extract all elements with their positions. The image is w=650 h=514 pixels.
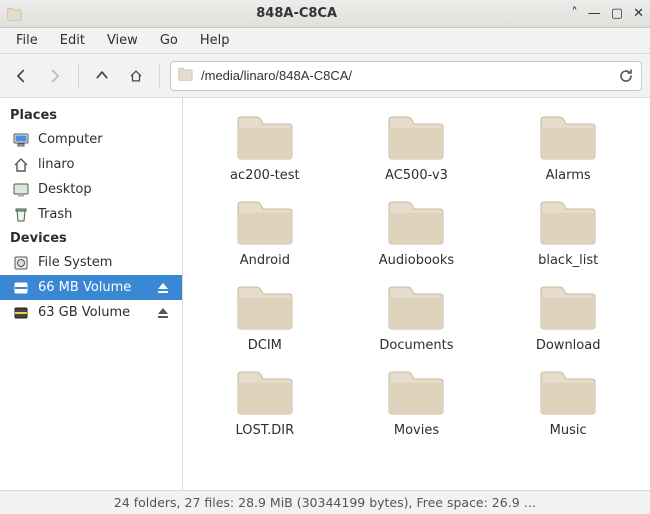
minimize-button[interactable]: —	[588, 6, 601, 21]
folder-icon	[538, 367, 598, 417]
folder-item[interactable]: DCIM	[195, 282, 335, 353]
eject-icon[interactable]	[156, 306, 170, 320]
sidebar-item-label: File System	[38, 255, 112, 270]
folder-label: Download	[498, 338, 638, 353]
folder-label: Alarms	[498, 168, 638, 183]
folder-item[interactable]: Alarms	[498, 112, 638, 183]
menu-help[interactable]: Help	[190, 30, 240, 51]
folder-label: ac200-test	[195, 168, 335, 183]
folder-icon	[538, 282, 598, 332]
removable-dark-icon	[12, 304, 30, 322]
sidebar-item-label: Trash	[38, 207, 72, 222]
statusbar: 24 folders, 27 files: 28.9 MiB (30344199…	[0, 490, 650, 514]
computer-icon	[12, 131, 30, 149]
folder-label: Music	[498, 423, 638, 438]
eject-icon[interactable]	[156, 281, 170, 295]
back-button[interactable]	[8, 61, 34, 91]
folder-item[interactable]: AC500-v3	[346, 112, 486, 183]
path-input[interactable]	[199, 67, 611, 84]
app-icon	[6, 6, 22, 22]
folder-item[interactable]: LOST.DIR	[195, 367, 335, 438]
folder-item[interactable]: Documents	[346, 282, 486, 353]
folder-icon	[386, 112, 446, 162]
folder-label: Audiobooks	[346, 253, 486, 268]
sidebar-item-desktop[interactable]: Desktop	[0, 177, 182, 202]
folder-item[interactable]: Movies	[346, 367, 486, 438]
harddisk-icon	[12, 254, 30, 272]
sidebar-item-file-system[interactable]: File System	[0, 250, 182, 275]
menu-file[interactable]: File	[6, 30, 48, 51]
folder-icon	[235, 367, 295, 417]
sidebar-item-label: Desktop	[38, 182, 92, 197]
trash-icon	[12, 206, 30, 224]
folder-icon	[386, 197, 446, 247]
folder-item[interactable]: ac200-test	[195, 112, 335, 183]
folder-icon	[177, 66, 193, 86]
folder-label: Documents	[346, 338, 486, 353]
sidebar-item-66-mb-volume[interactable]: 66 MB Volume	[0, 275, 182, 300]
forward-button[interactable]	[42, 61, 68, 91]
toolbar	[0, 54, 650, 98]
menu-go[interactable]: Go	[150, 30, 188, 51]
window-title: 848A-C8CA	[28, 6, 565, 21]
desktop-icon	[12, 181, 30, 199]
folder-label: Movies	[346, 423, 486, 438]
sidebar-item-63-gb-volume[interactable]: 63 GB Volume	[0, 300, 182, 325]
home-icon	[12, 156, 30, 174]
sidebar: Places Computer linaro Desktop Trash Devices F…	[0, 98, 183, 490]
sidebar-item-trash[interactable]: Trash	[0, 202, 182, 227]
sidebar-header: Devices	[0, 227, 182, 250]
menubar: FileEditViewGoHelp	[0, 28, 650, 54]
folder-label: black_list	[498, 253, 638, 268]
folder-item[interactable]: Android	[195, 197, 335, 268]
folder-icon	[235, 282, 295, 332]
folder-label: Android	[195, 253, 335, 268]
folder-item[interactable]: Music	[498, 367, 638, 438]
home-button[interactable]	[123, 61, 149, 91]
sidebar-header: Places	[0, 104, 182, 127]
toolbar-separator	[78, 63, 79, 89]
sidebar-item-label: Computer	[38, 132, 103, 147]
folder-icon	[538, 112, 598, 162]
sidebar-item-label: 63 GB Volume	[38, 305, 130, 320]
menu-indicator-icon[interactable]: ˄	[571, 6, 578, 21]
path-bar[interactable]	[170, 61, 642, 91]
removable-icon	[12, 279, 30, 297]
sidebar-item-label: 66 MB Volume	[38, 280, 131, 295]
folder-item[interactable]: black_list	[498, 197, 638, 268]
folder-item[interactable]: Download	[498, 282, 638, 353]
menu-edit[interactable]: Edit	[50, 30, 95, 51]
sidebar-item-label: linaro	[38, 157, 74, 172]
menu-view[interactable]: View	[97, 30, 148, 51]
file-pane[interactable]: ac200-test AC500-v3 Alarms Android Audiobook…	[183, 98, 650, 490]
sidebar-item-linaro[interactable]: linaro	[0, 152, 182, 177]
folder-icon	[235, 197, 295, 247]
folder-label: AC500-v3	[346, 168, 486, 183]
folder-label: DCIM	[195, 338, 335, 353]
folder-label: LOST.DIR	[195, 423, 335, 438]
parent-button[interactable]	[89, 61, 115, 91]
reload-button[interactable]	[617, 67, 635, 85]
folder-icon	[386, 367, 446, 417]
toolbar-separator	[159, 63, 160, 89]
maximize-button[interactable]: ▢	[611, 6, 623, 21]
folder-item[interactable]: Audiobooks	[346, 197, 486, 268]
titlebar: 848A-C8CA ˄ — ▢ ✕	[0, 0, 650, 28]
sidebar-item-computer[interactable]: Computer	[0, 127, 182, 152]
folder-icon	[538, 197, 598, 247]
folder-icon	[235, 112, 295, 162]
folder-icon	[386, 282, 446, 332]
close-button[interactable]: ✕	[633, 6, 644, 21]
